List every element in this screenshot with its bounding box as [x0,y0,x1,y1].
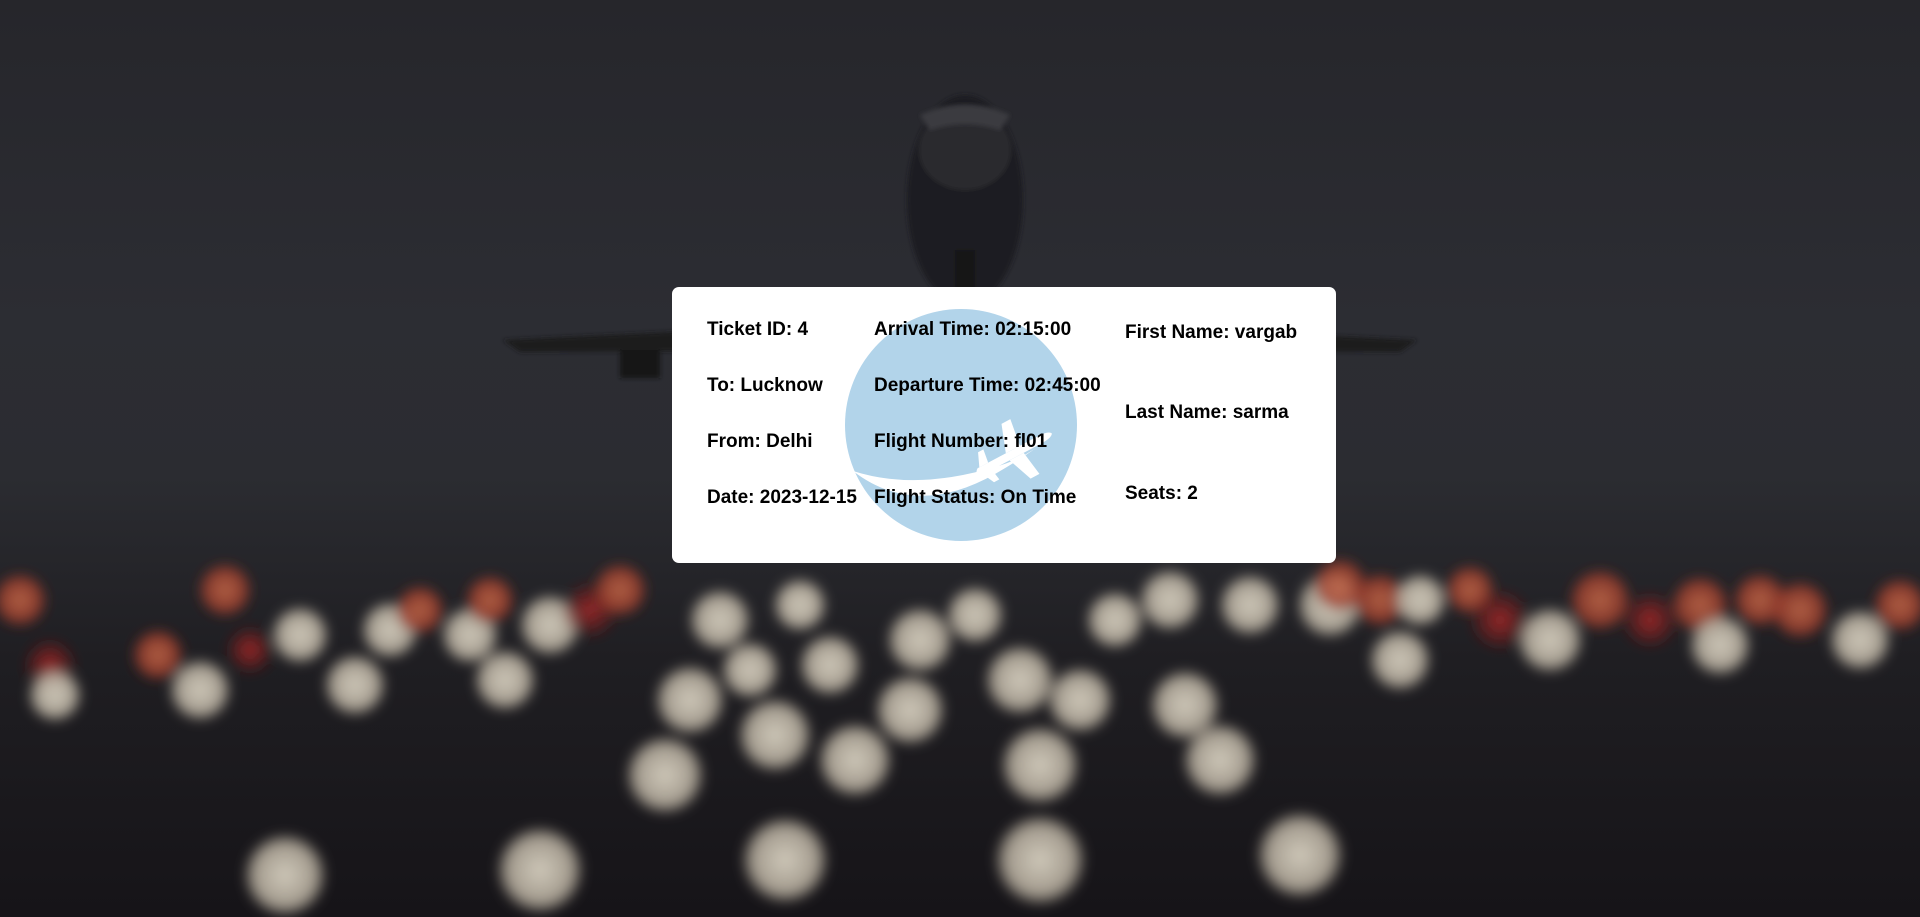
page-background: Ticket ID: 4 To: Lucknow From: Delhi Dat… [0,0,1920,917]
travel-date: Date: 2023-12-15 [707,487,857,508]
first-name: First Name: vargab [1125,322,1298,343]
origin: From: Delhi [707,431,813,452]
ticket-card: Ticket ID: 4 To: Lucknow From: Delhi Dat… [672,287,1336,563]
arrival-time: Arrival Time: 02:15:00 [874,319,1072,340]
departure-time: Departure Time: 02:45:00 [874,375,1101,396]
flight-number: Flight Number: fl01 [874,431,1048,452]
runway-bokeh-lights [0,559,1920,915]
destination: To: Lucknow [707,375,823,396]
flight-status: Flight Status: On Time [874,487,1077,508]
ticket-id: Ticket ID: 4 [707,319,809,340]
seats: Seats: 2 [1125,483,1198,504]
last-name: Last Name: sarma [1125,402,1289,423]
